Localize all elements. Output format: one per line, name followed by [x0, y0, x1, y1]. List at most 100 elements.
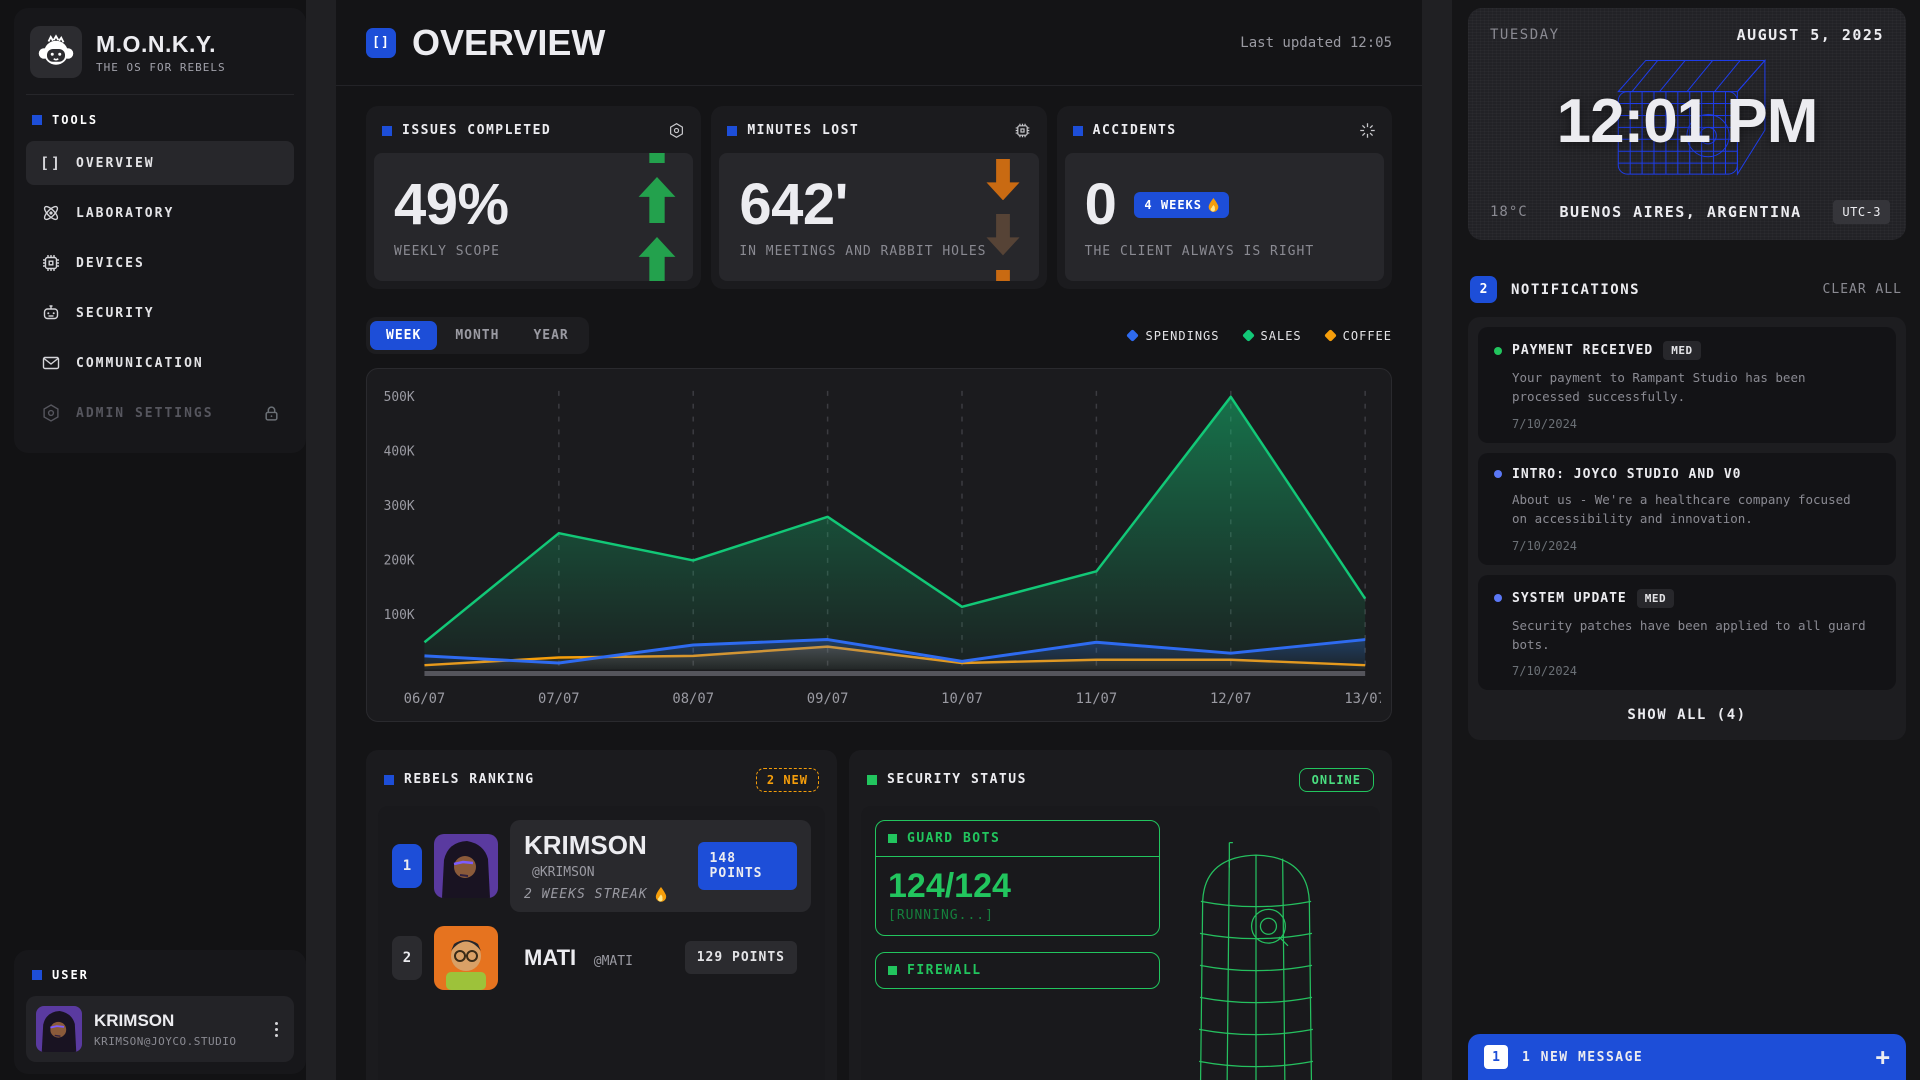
left-rail: [306, 0, 336, 1080]
ranking-row-2[interactable]: 2: [392, 926, 811, 990]
tab-year[interactable]: YEAR: [517, 321, 584, 350]
robot-icon: [40, 303, 62, 323]
svg-text:200K: 200K: [384, 553, 415, 568]
rebel-name: KRIMSON: [524, 830, 647, 860]
sidebar-item-security[interactable]: SECURITY: [26, 291, 294, 335]
show-all-button[interactable]: SHOW ALL (4): [1478, 694, 1896, 730]
lock-icon: [263, 405, 280, 422]
svg-text:09/07: 09/07: [807, 691, 849, 707]
ranking-row-1[interactable]: 1: [392, 820, 811, 912]
sidebar-nav-card: M.O.N.K.Y. THE OS FOR REBELS TOOLS [] OV…: [14, 8, 306, 453]
brand: M.O.N.K.Y. THE OS FOR REBELS: [26, 20, 294, 95]
severity-badge: MED: [1637, 589, 1674, 608]
stat-title: ISSUES COMPLETED: [402, 123, 551, 138]
svg-text:08/07: 08/07: [672, 691, 714, 707]
burst-settings-icon[interactable]: [1359, 122, 1376, 139]
stats-row: ISSUES COMPLETED 49% WEEKLY SCOPE: [336, 86, 1422, 289]
sidebar-item-communication[interactable]: COMMUNICATION: [26, 341, 294, 385]
blue-square-icon: [1073, 126, 1083, 136]
area-chart-card: 100K200K300K400K500K06/0707/0708/0709/07…: [366, 368, 1392, 722]
clock-time: 12:01 PM: [1468, 86, 1906, 157]
rebel-name: MATI: [524, 945, 576, 970]
user-menu-kebab-icon[interactable]: [269, 1016, 284, 1043]
rebel-handle: @KRIMSON: [532, 865, 595, 880]
brackets-icon: []: [40, 154, 62, 172]
notification-intro[interactable]: INTRO: JOYCO STUDIO AND V0 About us - We…: [1478, 453, 1896, 565]
right-rail: [1422, 0, 1452, 1080]
severity-badge: MED: [1663, 341, 1700, 360]
online-status-badge: ONLINE: [1299, 768, 1374, 792]
stat-value: 642': [739, 176, 1018, 234]
monkey-logo-icon: [30, 26, 82, 78]
stat-title: ACCIDENTS: [1093, 123, 1177, 138]
stat-card-minutes-lost: MINUTES LOST 642' IN MEETINGS AND RABBIT…: [711, 106, 1046, 289]
user-profile[interactable]: KRIMSON KRIMSON@JOYCO.STUDIO: [26, 996, 294, 1062]
stat-card-issues: ISSUES COMPLETED 49% WEEKLY SCOPE: [366, 106, 701, 289]
brand-title: M.O.N.K.Y.: [96, 31, 226, 58]
sidebar-item-laboratory[interactable]: LABORATORY: [26, 191, 294, 235]
svg-text:11/07: 11/07: [1076, 691, 1118, 707]
sales-chart-svg: 100K200K300K400K500K06/0707/0708/0709/07…: [377, 381, 1381, 717]
clear-all-button[interactable]: CLEAR ALL: [1823, 282, 1902, 297]
blue-square-icon: [382, 126, 392, 136]
blue-square-icon: [32, 970, 42, 980]
status-dot: [1494, 594, 1502, 602]
points-badge: 148 POINTS: [698, 842, 797, 890]
notification-system-update[interactable]: SYSTEM UPDATE MED Security patches have …: [1478, 575, 1896, 691]
security-status-card: SECURITY STATUS ONLINE GUARD BOTS 124/12…: [849, 750, 1392, 1080]
sidebar-item-overview[interactable]: [] OVERVIEW: [26, 141, 294, 185]
notifications-title: NOTIFICATIONS: [1511, 282, 1640, 298]
svg-text:06/07: 06/07: [404, 691, 446, 707]
overview-brackets-icon: []: [366, 28, 396, 58]
app-root: M.O.N.K.Y. THE OS FOR REBELS TOOLS [] OV…: [0, 0, 1920, 1080]
brand-subtitle: THE OS FOR REBELS: [96, 61, 226, 74]
stat-caption: THE CLIENT ALWAYS IS RIGHT: [1085, 244, 1364, 259]
notification-payment-received[interactable]: PAYMENT RECEIVED MED Your payment to Ram…: [1478, 327, 1896, 443]
user-email: KRIMSON@JOYCO.STUDIO: [94, 1035, 236, 1048]
notification-title: PAYMENT RECEIVED: [1512, 343, 1653, 358]
notification-body: About us - We're a healthcare company fo…: [1512, 490, 1872, 529]
notifications-list: PAYMENT RECEIVED MED Your payment to Ram…: [1468, 317, 1906, 740]
range-tabs: WEEK MONTH YEAR: [366, 317, 589, 354]
diamond-icon: [1242, 329, 1255, 342]
tab-month[interactable]: MONTH: [439, 321, 515, 350]
weekday: TUESDAY: [1490, 27, 1560, 43]
main-panel: [] OVERVIEW Last updated 12:05 ISSUES CO…: [336, 0, 1422, 1080]
green-square-icon: [867, 775, 877, 785]
svg-text:300K: 300K: [384, 499, 415, 514]
message-text: 1 NEW MESSAGE: [1522, 1050, 1643, 1065]
chip-settings-icon[interactable]: [1014, 122, 1031, 139]
guard-bot-wireframe: [1176, 834, 1336, 1080]
legend-spendings: SPENDINGS: [1128, 329, 1219, 343]
blue-square-icon: [384, 775, 394, 785]
sidebar-item-devices[interactable]: DEVICES: [26, 241, 294, 285]
main-header: [] OVERVIEW Last updated 12:05: [336, 0, 1422, 86]
chart-section: WEEK MONTH YEAR SPENDINGS SALES: [336, 289, 1422, 722]
tab-week[interactable]: WEEK: [370, 321, 437, 350]
trend-down-arrows-icon: [981, 159, 1025, 281]
plus-icon[interactable]: +: [1876, 1045, 1890, 1069]
temperature: 18°C: [1490, 204, 1528, 220]
user-section-label: USER: [32, 968, 288, 982]
atom-icon: [40, 203, 62, 223]
svg-text:10/07: 10/07: [941, 691, 983, 707]
sidebar-item-admin-settings[interactable]: ADMIN SETTINGS: [26, 391, 294, 435]
hex-nut-icon: [40, 403, 62, 423]
diamond-icon: [1324, 329, 1337, 342]
notification-count-badge: 2: [1470, 276, 1497, 303]
user-name: KRIMSON: [94, 1011, 236, 1031]
rank-badge: 2: [392, 936, 422, 980]
chart-legend: SPENDINGS SALES COFFEE: [1128, 329, 1392, 343]
rebels-ranking-card: REBELS RANKING 2 NEW 1: [366, 750, 837, 1080]
legend-sales: SALES: [1244, 329, 1302, 343]
green-square-icon: [888, 834, 897, 843]
mail-icon: [40, 353, 62, 373]
page-title: OVERVIEW: [412, 22, 605, 64]
new-message-bar[interactable]: 1 1 NEW MESSAGE +: [1468, 1034, 1906, 1080]
notification-date: 7/10/2024: [1512, 539, 1880, 553]
module-label: FIREWALL: [907, 963, 982, 978]
tools-section-label: TOOLS: [32, 113, 288, 127]
hex-settings-icon[interactable]: [668, 122, 685, 139]
avatar: [434, 834, 498, 898]
notification-body: Security patches have been applied to al…: [1512, 616, 1872, 655]
